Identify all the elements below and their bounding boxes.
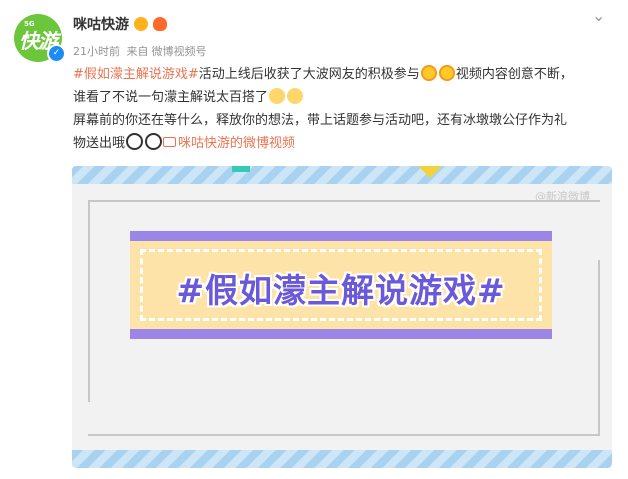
surprised-face-emoji-icon bbox=[438, 65, 455, 81]
post-line-4: 物送出哦 咪咕快游的微博视频 bbox=[73, 132, 618, 155]
post-text-4: 物送出哦 bbox=[73, 136, 126, 151]
post-content: #假如濛主解说游戏#活动上线后收获了大波网友的积极参与 视频内容创意不断， 谁看了… bbox=[73, 63, 618, 155]
fire-badge-icon[interactable] bbox=[153, 17, 167, 31]
name-row: 咪咕快游 bbox=[73, 14, 167, 34]
bottom-stripe-decoration bbox=[72, 450, 612, 468]
teal-accent bbox=[232, 166, 250, 172]
post-text-1-tail: 视频内容创意不断， bbox=[455, 67, 573, 82]
verified-badge-icon: ✓ bbox=[47, 44, 66, 63]
video-title-card: #假如濛主解说游戏# bbox=[130, 231, 552, 339]
post-meta: 21小时前 来自 微博视频号 bbox=[73, 43, 210, 59]
purple-bar-bottom bbox=[130, 329, 552, 339]
post-line-1: #假如濛主解说游戏#活动上线后收获了大波网友的积极参与 视频内容创意不断， bbox=[73, 63, 618, 86]
yellow-accent bbox=[418, 166, 442, 178]
surprised-face-emoji-icon bbox=[420, 65, 437, 81]
post-line-2: 谁看了不说一句濛主解说太百搭了 bbox=[73, 86, 618, 109]
cat-face-emoji-icon bbox=[287, 88, 304, 104]
member-badge-icon[interactable] bbox=[134, 17, 148, 31]
video-link-icon bbox=[163, 137, 177, 147]
timestamp[interactable]: 21小时前 bbox=[73, 45, 120, 58]
purple-bar-top bbox=[130, 231, 552, 241]
topic-tag-link[interactable]: #假如濛主解说游戏# bbox=[73, 67, 199, 82]
post-text-1: 活动上线后收获了大波网友的积极参与 bbox=[198, 67, 420, 82]
chevron-down-icon[interactable]: ⌄ bbox=[592, 6, 605, 25]
account-name[interactable]: 咪咕快游 bbox=[73, 14, 129, 34]
video-title: #假如濛主解说游戏# bbox=[176, 271, 506, 310]
post-text-2: 谁看了不说一句濛主解说太百搭了 bbox=[73, 90, 269, 105]
panda-emoji-icon bbox=[126, 133, 144, 150]
top-stripe-decoration bbox=[72, 166, 612, 184]
source-name[interactable]: 微博视频号 bbox=[152, 45, 207, 58]
cat-face-emoji-icon bbox=[269, 88, 286, 104]
source-prefix: 来自 bbox=[126, 45, 149, 58]
video-link[interactable]: 咪咕快游的微博视频 bbox=[163, 136, 295, 151]
post-line-3: 屏幕前的你还在等什么，释放你的想法，带上话题参与活动吧，还有冰墩墩公仔作为礼 bbox=[73, 113, 568, 128]
video-link-label: 咪咕快游的微博视频 bbox=[178, 136, 296, 151]
video-player[interactable]: @新浪微博 #假如濛主解说游戏# bbox=[72, 166, 612, 468]
panda-emoji-icon bbox=[145, 133, 163, 150]
